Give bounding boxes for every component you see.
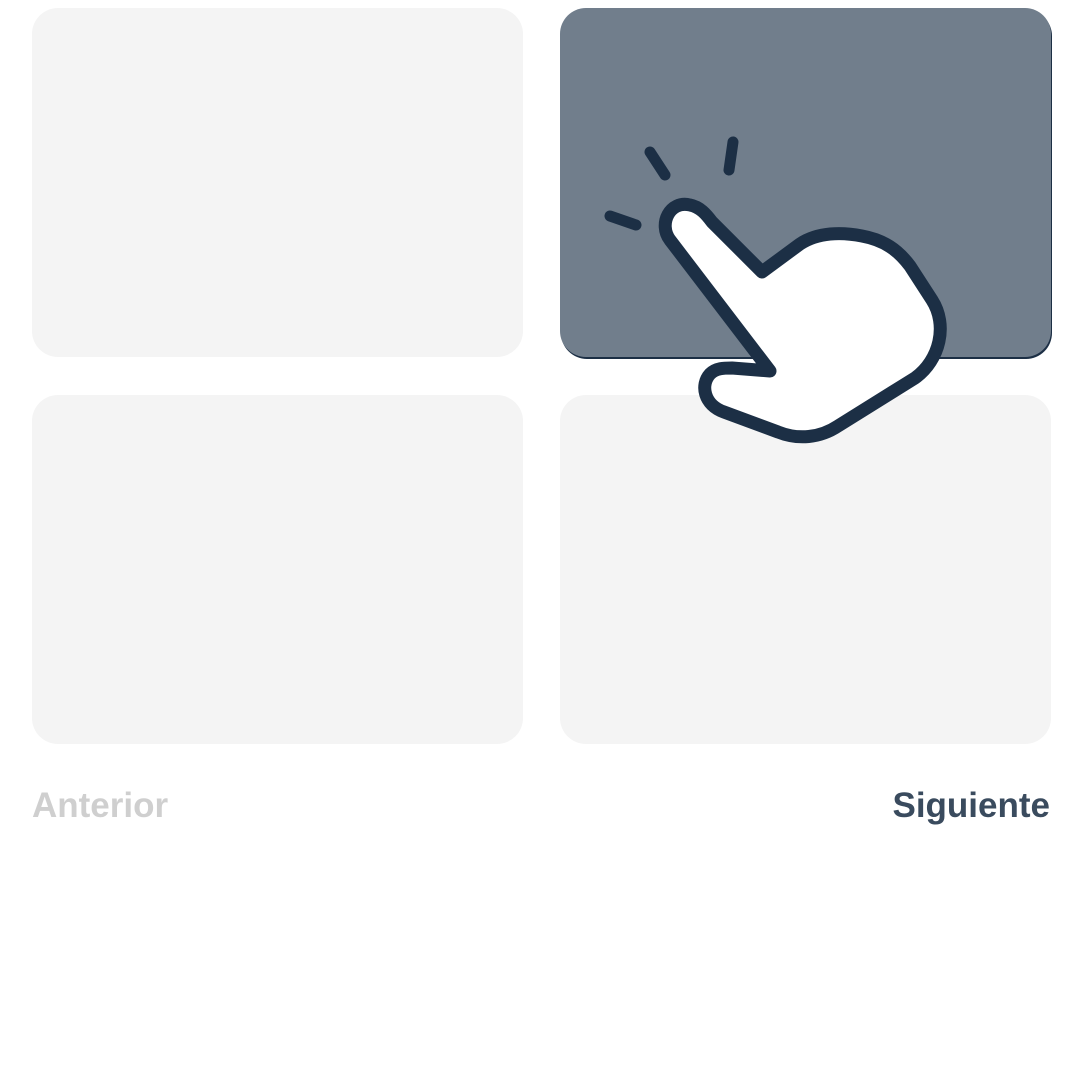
tile-top-right[interactable] [560, 8, 1051, 357]
tile-bottom-right[interactable] [560, 395, 1051, 744]
tile-top-left[interactable] [32, 8, 523, 357]
next-button[interactable]: Siguiente [892, 786, 1050, 826]
tile-grid [32, 8, 1051, 744]
tile-selector-screen: Anterior Siguiente [0, 0, 1080, 1080]
tile-bottom-left[interactable] [32, 395, 523, 744]
previous-button[interactable]: Anterior [32, 786, 168, 826]
navigation-bar: Anterior Siguiente [32, 784, 1050, 828]
